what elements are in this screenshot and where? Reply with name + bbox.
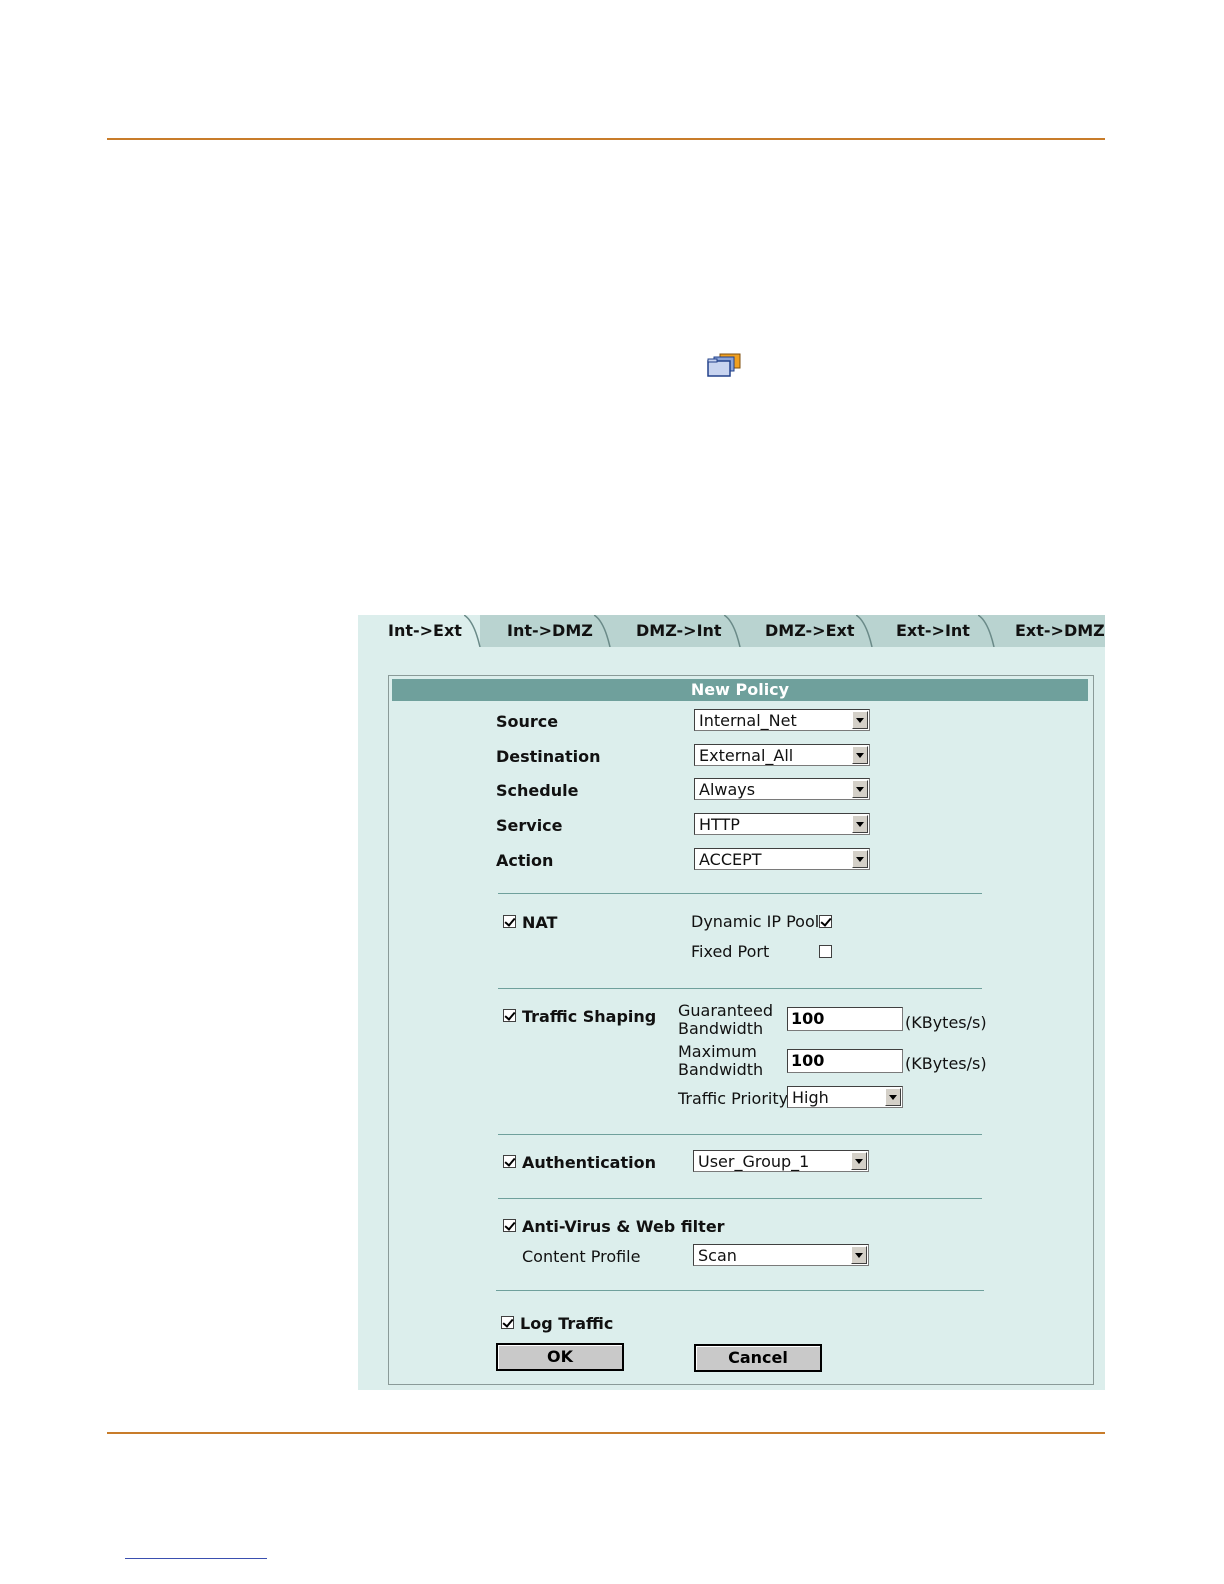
authentication-value: User_Group_1 (698, 1152, 810, 1171)
traffic-shaping-label: Traffic Shaping (522, 1007, 657, 1026)
action-select[interactable]: ACCEPT (694, 848, 870, 870)
guaranteed-bandwidth-input[interactable]: 100 (787, 1007, 903, 1031)
divider (498, 893, 982, 894)
destination-value: External_All (699, 746, 794, 765)
traffic-priority-value: High (792, 1088, 829, 1107)
chevron-down-icon[interactable] (885, 1088, 901, 1106)
divider (498, 988, 982, 989)
content-profile-select[interactable]: Scan (693, 1244, 869, 1266)
fixed-port-checkbox[interactable] (819, 945, 832, 958)
divider (496, 1290, 984, 1291)
source-label: Source (496, 712, 559, 731)
chevron-down-icon[interactable] (852, 711, 868, 729)
content-profile-label: Content Profile (522, 1247, 641, 1266)
dynamic-ip-pool-checkbox[interactable] (819, 915, 832, 928)
schedule-value: Always (699, 780, 756, 799)
tab-int-dmz[interactable]: Int->DMZ (482, 615, 611, 647)
tab-ext-dmz[interactable]: Ext->DMZ (996, 615, 1105, 647)
tab-separator (978, 615, 995, 647)
chevron-down-icon[interactable] (852, 850, 868, 868)
divider (498, 1198, 982, 1199)
destination-select[interactable]: External_All (694, 744, 870, 766)
tab-dmz-int[interactable]: DMZ->Int (612, 615, 741, 647)
tab-bar: Int->Ext Int->DMZ DMZ->Int DMZ->Ext Ext-… (358, 615, 1105, 647)
nat-label: NAT (522, 913, 558, 932)
guaranteed-bandwidth-label: Guaranteed Bandwidth (678, 1001, 773, 1038)
log-traffic-checkbox[interactable] (501, 1316, 514, 1329)
schedule-select[interactable]: Always (694, 778, 870, 800)
top-rule (107, 138, 1105, 140)
authentication-select[interactable]: User_Group_1 (693, 1150, 869, 1172)
traffic-priority-label: Traffic Priority (678, 1089, 789, 1108)
chevron-down-icon[interactable] (851, 1246, 867, 1264)
destination-label: Destination (496, 747, 601, 766)
traffic-shaping-checkbox[interactable] (503, 1009, 516, 1022)
traffic-priority-select[interactable]: High (787, 1086, 903, 1108)
folder-icon (707, 353, 741, 377)
schedule-label: Schedule (496, 781, 579, 800)
source-value: Internal_Net (699, 711, 797, 730)
tab-separator (594, 615, 611, 647)
form-title: New Policy (392, 679, 1088, 701)
bottom-rule (107, 1432, 1105, 1434)
chevron-down-icon[interactable] (852, 746, 868, 764)
action-value: ACCEPT (699, 850, 762, 869)
maximum-bandwidth-label: Maximum Bandwidth (678, 1042, 764, 1079)
footer-link-underline[interactable] (125, 1558, 267, 1559)
new-policy-form: New Policy Source Internal_Net Destinati… (388, 675, 1094, 1385)
cancel-button[interactable]: Cancel (694, 1344, 822, 1372)
service-select[interactable]: HTTP (694, 813, 870, 835)
log-traffic-label: Log Traffic (520, 1314, 614, 1333)
chevron-down-icon[interactable] (852, 815, 868, 833)
policy-panel: Int->Ext Int->DMZ DMZ->Int DMZ->Ext Ext-… (358, 615, 1105, 1390)
tab-separator (724, 615, 741, 647)
tab-int-ext[interactable]: Int->Ext (358, 615, 481, 647)
tab-separator (464, 615, 481, 647)
service-label: Service (496, 816, 563, 835)
source-select[interactable]: Internal_Net (694, 709, 870, 731)
nat-checkbox[interactable] (503, 915, 516, 928)
antivirus-label: Anti-Virus & Web filter (522, 1217, 725, 1236)
dynamic-ip-pool-label: Dynamic IP Pool (691, 912, 820, 931)
authentication-checkbox[interactable] (503, 1155, 516, 1168)
tab-ext-int[interactable]: Ext->Int (874, 615, 995, 647)
authentication-label: Authentication (522, 1153, 656, 1172)
guaranteed-bandwidth-unit: (KBytes/s) (905, 1013, 987, 1032)
chevron-down-icon[interactable] (852, 780, 868, 798)
maximum-bandwidth-unit: (KBytes/s) (905, 1054, 987, 1073)
fixed-port-label: Fixed Port (691, 942, 770, 961)
tab-dmz-ext[interactable]: DMZ->Ext (742, 615, 873, 647)
tab-separator (856, 615, 873, 647)
action-label: Action (496, 851, 554, 870)
content-profile-value: Scan (698, 1246, 737, 1265)
chevron-down-icon[interactable] (851, 1152, 867, 1170)
divider (498, 1134, 982, 1135)
service-value: HTTP (699, 815, 740, 834)
ok-button[interactable]: OK (496, 1343, 624, 1371)
antivirus-checkbox[interactable] (503, 1219, 516, 1232)
maximum-bandwidth-input[interactable]: 100 (787, 1049, 903, 1073)
